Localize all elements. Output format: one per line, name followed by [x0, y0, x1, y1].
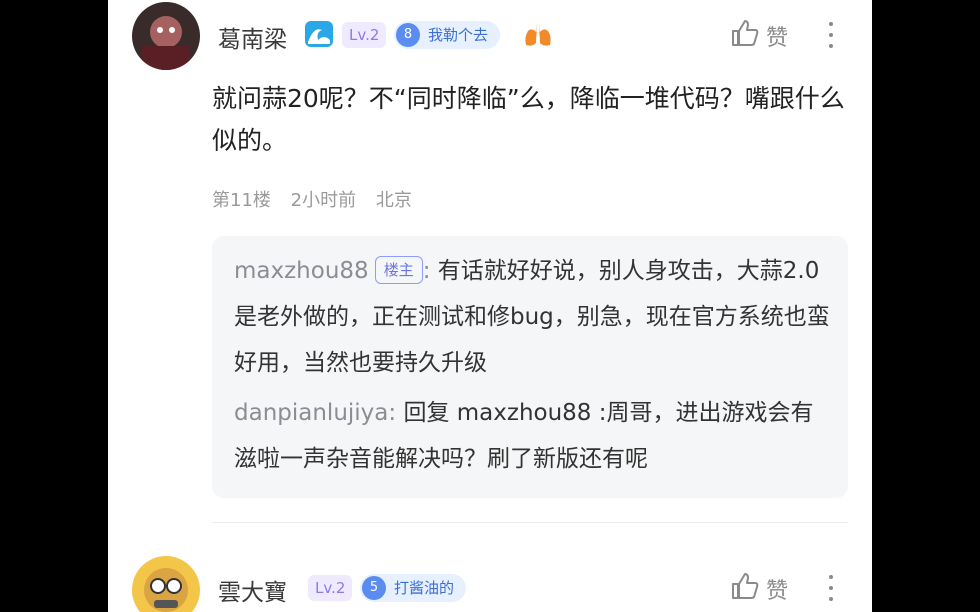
comment-card: 葛南梁 Lv.2 8 我勒个去 赞 就问蒜20呢？不“同时降临”么，降临一堆代码…: [108, 0, 872, 612]
post-time: 2小时前: [290, 190, 357, 211]
fan-name: 我勒个去: [428, 26, 489, 44]
reply-item[interactable]: maxzhou88 楼主: 有话就好好说，别人身攻击，大蒜2.0是老外做的，正在测…: [234, 248, 834, 386]
thumbs-up-icon: [730, 18, 760, 54]
comment-content: 就问蒜20呢？不“同时降临”么，降临一堆代码？嘴跟什么似的。: [212, 84, 845, 155]
reply-author[interactable]: maxzhou88: [234, 258, 369, 284]
thumbs-up-icon: [730, 571, 760, 607]
like-label: 赞: [766, 26, 789, 51]
lungs-icon: [522, 21, 554, 53]
username[interactable]: 雲大寶: [218, 573, 287, 607]
level-badge: Lv.2: [308, 575, 353, 601]
more-options-icon[interactable]: [828, 22, 834, 52]
fan-level-number: 5: [362, 576, 386, 600]
more-options-icon[interactable]: [828, 575, 834, 605]
fan-level-number: 8: [396, 23, 420, 47]
comment-meta: 第11楼 2小时前 北京: [212, 186, 426, 212]
fan-badge[interactable]: 5 打酱油的: [360, 574, 467, 602]
level-badge: Lv.2: [342, 22, 387, 48]
fan-badge[interactable]: 8 我勒个去: [394, 21, 501, 49]
replies-box[interactable]: maxzhou88 楼主: 有话就好好说，别人身攻击，大蒜2.0是老外做的，正在测…: [212, 236, 848, 498]
avatar[interactable]: [132, 556, 200, 612]
divider: [212, 522, 848, 523]
like-label: 赞: [766, 579, 789, 604]
like-button[interactable]: 赞: [730, 571, 788, 607]
wave-icon: [304, 20, 334, 52]
avatar[interactable]: [132, 2, 200, 70]
host-badge: 楼主: [374, 256, 423, 284]
fan-name: 打酱油的: [394, 579, 455, 597]
post-location: 北京: [375, 190, 412, 211]
reply-author[interactable]: danpianlujiya: [234, 400, 388, 426]
floor-number: 第11楼: [212, 190, 271, 211]
username[interactable]: 葛南梁: [218, 20, 287, 54]
reply-item[interactable]: danpianlujiya: 回复 maxzhou88 :周哥，进出游戏会有滋啦…: [234, 390, 834, 482]
like-button[interactable]: 赞: [730, 18, 788, 54]
